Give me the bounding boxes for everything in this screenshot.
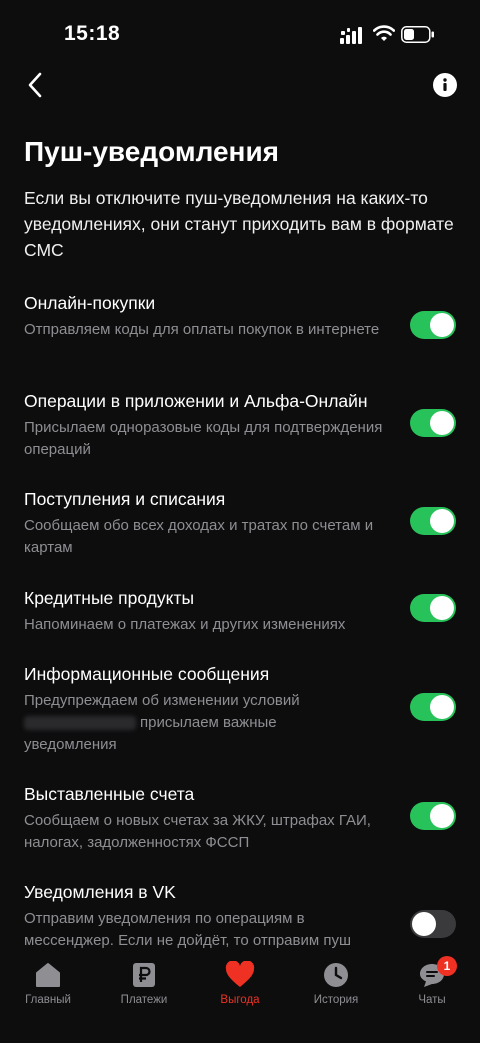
tab-label: Главный [25, 994, 71, 1006]
toggle-knob [430, 804, 454, 828]
home-icon [33, 960, 63, 990]
setting-online-purchases: Онлайн-покупки Отправляем коды для оплат… [24, 291, 456, 341]
description-line: Предупреждаем об изменении условий [24, 692, 300, 709]
toggle-income-expenses[interactable] [410, 507, 456, 535]
chat-badge: 1 [437, 956, 457, 976]
tab-label: История [313, 994, 359, 1006]
tab-label: Платежи [120, 994, 168, 1006]
toggle-credit-products[interactable] [410, 594, 456, 622]
setting-description: Сообщаем о новых счетах за ЖКУ, штрафах … [24, 812, 371, 851]
toggle-online-purchases[interactable] [410, 311, 456, 339]
toggle-knob [412, 912, 436, 936]
toggle-app-operations[interactable] [410, 409, 456, 437]
chevron-left-icon [28, 72, 42, 98]
ruble-icon [129, 960, 159, 990]
back-button[interactable] [20, 70, 50, 100]
tab-home[interactable]: Главный [0, 960, 96, 1006]
setting-description: Отправим уведомления по операциям в месс… [24, 910, 352, 949]
tab-label: Выгода [220, 994, 260, 1006]
info-button[interactable] [433, 73, 457, 97]
wifi-icon [373, 25, 395, 41]
tab-history[interactable]: История [288, 960, 384, 1006]
setting-title: Операции в приложении и Альфа-Онлайн [24, 391, 368, 411]
toggle-vk-notifications[interactable] [410, 910, 456, 938]
tab-label: Чаты [418, 994, 446, 1006]
setting-title: Поступления и списания [24, 489, 226, 509]
battery-icon [401, 26, 434, 43]
clock-icon [321, 960, 351, 990]
setting-title: Уведомления в VK [24, 882, 176, 902]
toggle-info-messages[interactable] [410, 693, 456, 721]
toggle-knob [430, 509, 454, 533]
tab-chats[interactable]: 1 Чаты [384, 956, 480, 1006]
description-line: присылаем важные [140, 714, 277, 731]
blurred-text [24, 716, 136, 731]
setting-vk-notifications: Уведомления в VK Отправим уведомления по… [24, 880, 456, 952]
setting-description: Предупреждаем об изменении условий присы… [24, 690, 396, 756]
setting-title: Онлайн-покупки [24, 293, 156, 313]
heart-icon [225, 960, 255, 990]
setting-description: Присылаем одноразовые коды для подтвержд… [24, 419, 383, 458]
tab-benefits[interactable]: Выгода [192, 960, 288, 1006]
info-icon [443, 78, 447, 91]
setting-invoices: Выставленные счета Сообщаем о новых счет… [24, 782, 456, 854]
setting-description: Сообщаем обо всех доходах и тратах по сч… [24, 517, 374, 556]
intro-text: Если вы отключите пуш-уведомления на как… [24, 188, 454, 260]
tab-payments[interactable]: Платежи [96, 960, 192, 1006]
setting-title: Выставленные счета [24, 784, 195, 804]
status-bar: 15:18 [0, 0, 480, 70]
description-line: уведомления [24, 736, 117, 753]
setting-description: Отправляем коды для оплаты покупок в инт… [24, 321, 380, 338]
chat-icon: 1 [417, 956, 457, 990]
status-time: 15:18 [64, 22, 121, 45]
setting-app-operations: Операции в приложении и Альфа-Онлайн При… [24, 389, 456, 461]
tab-bar: Главный Платежи Выгода История 1 Чаты [0, 950, 480, 1043]
toggle-knob [430, 695, 454, 719]
page-title: Пуш-уведомления [24, 136, 280, 167]
setting-title: Информационные сообщения [24, 664, 270, 684]
setting-description: Напоминаем о платежах и других изменения… [24, 616, 346, 633]
setting-income-expenses: Поступления и списания Сообщаем обо всех… [24, 487, 456, 559]
toggle-knob [430, 313, 454, 337]
toggle-knob [430, 411, 454, 435]
setting-credit-products: Кредитные продукты Напоминаем о платежах… [24, 586, 456, 636]
setting-title: Кредитные продукты [24, 588, 195, 608]
setting-info-messages: Информационные сообщения Предупреждаем о… [24, 662, 456, 756]
cellular-signal-icon [340, 27, 362, 44]
toggle-knob [430, 596, 454, 620]
toggle-invoices[interactable] [410, 802, 456, 830]
